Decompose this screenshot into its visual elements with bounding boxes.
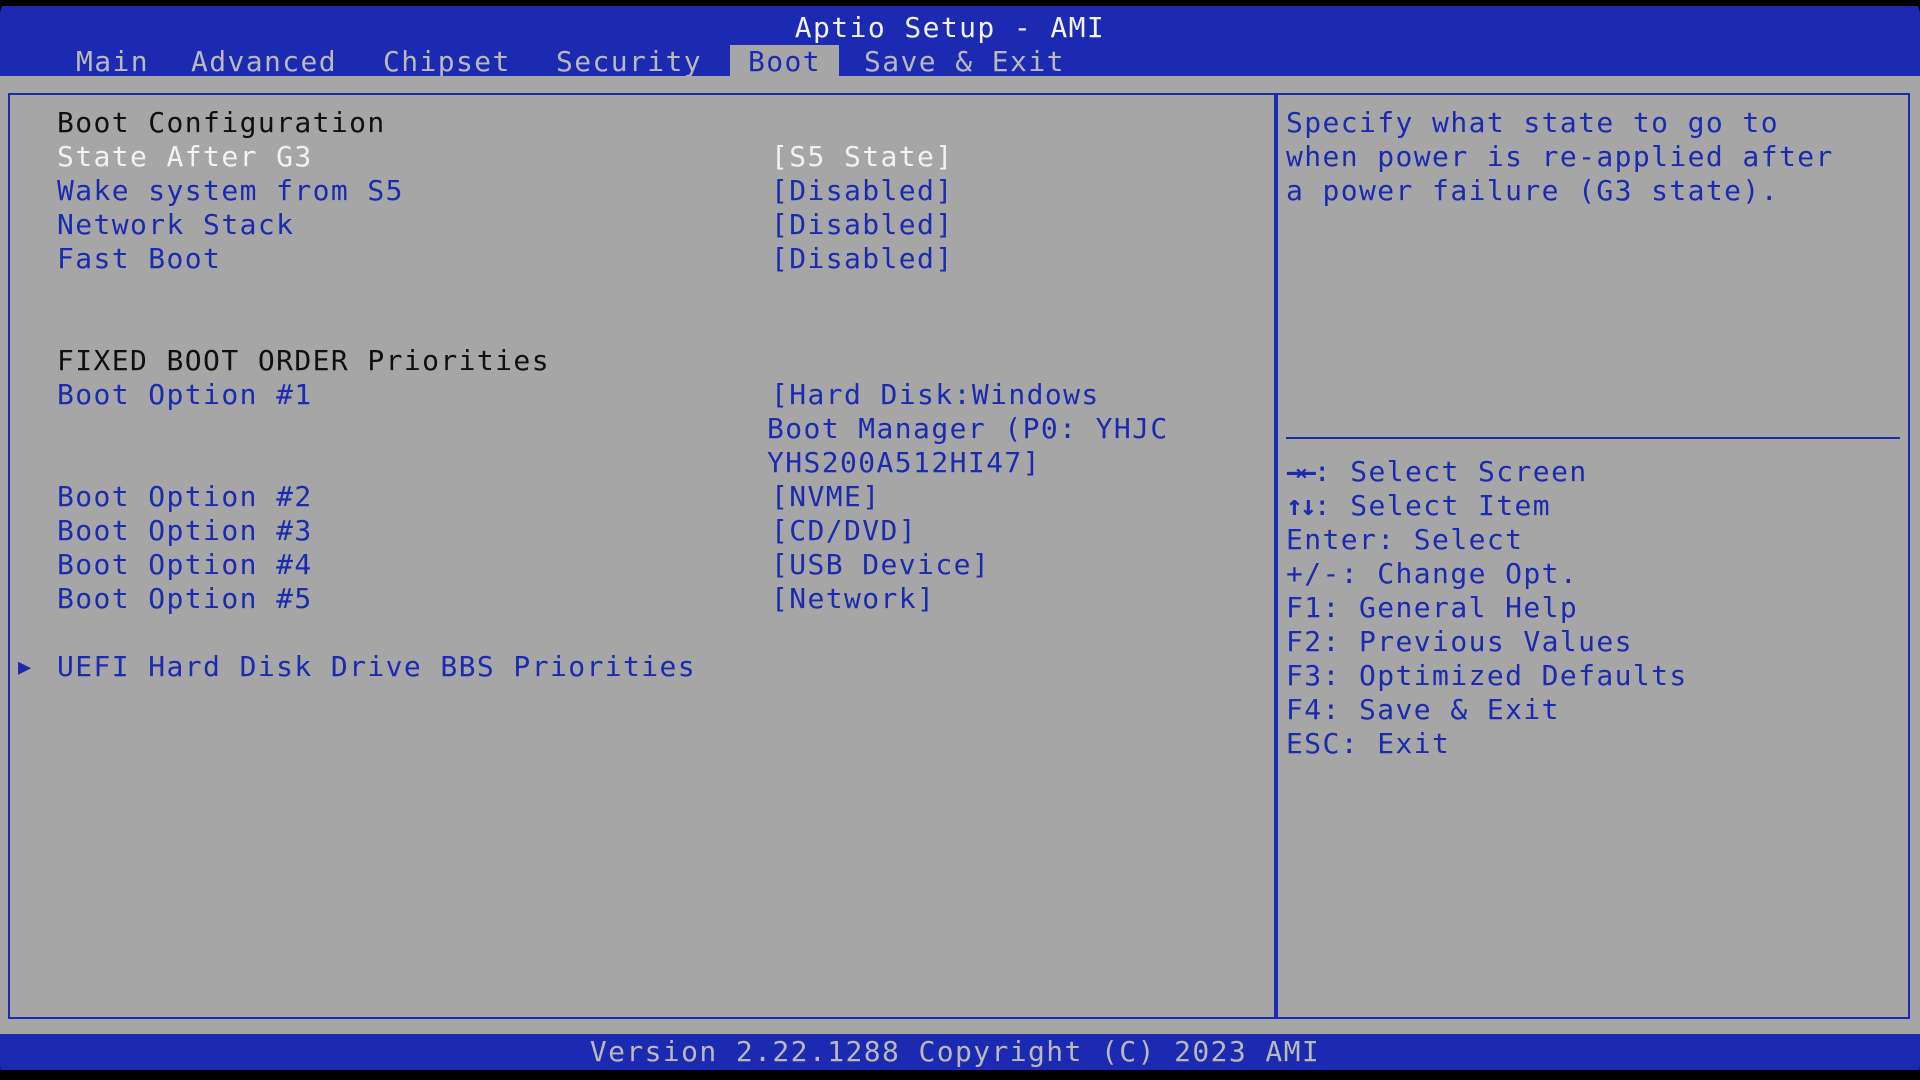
key-hint-f4: F4: Save & Exit [1286, 693, 1560, 726]
setting-state-after-g3[interactable]: State After G3 [57, 140, 313, 174]
key-hint-select-screen: →←: Select Screen [1286, 455, 1588, 489]
tab-main[interactable]: Main [76, 45, 149, 79]
value-boot-option-3[interactable]: [CD/DVD] [771, 514, 917, 548]
app-title: Aptio Setup - AMI [794, 11, 1106, 44]
tab-security[interactable]: Security [556, 45, 702, 79]
help-text-line-1: Specify what state to go to [1286, 106, 1779, 139]
tab-boot[interactable]: Boot [730, 45, 840, 79]
value-fast-boot[interactable]: [Disabled] [771, 242, 954, 276]
key-hint-f3: F3: Optimized Defaults [1286, 659, 1688, 692]
key-hint-select-item: ↑↓: Select Item [1286, 489, 1551, 523]
setting-fast-boot[interactable]: Fast Boot [57, 242, 221, 276]
bios-screen: Aptio Setup - AMI Main Advanced Chipset … [0, 0, 1920, 1080]
key-hint-text: : Select Item [1313, 489, 1552, 522]
version-text: Version 2.22.1288 Copyright (C) 2023 AMI [589, 1035, 1321, 1068]
key-hint-change-opt: +/-: Change Opt. [1286, 557, 1579, 590]
value-wake-system-from-s5[interactable]: [Disabled] [771, 174, 954, 208]
key-hint-text: : Select Screen [1313, 455, 1588, 488]
tab-advanced[interactable]: Advanced [191, 45, 337, 79]
tab-save-exit[interactable]: Save & Exit [864, 45, 1065, 79]
key-hint-f1: F1: General Help [1286, 591, 1579, 624]
tab-chipset[interactable]: Chipset [383, 45, 511, 79]
setting-boot-option-4[interactable]: Boot Option #4 [57, 548, 313, 582]
help-text-line-2: when power is re-applied after [1286, 140, 1834, 173]
header-bar: Aptio Setup - AMI Main Advanced Chipset … [0, 6, 1920, 79]
footer-bar: Version 2.22.1288 Copyright (C) 2023 AMI [0, 1034, 1920, 1070]
left-right-arrows-icon: →← [1286, 455, 1317, 488]
value-boot-option-5[interactable]: [Network] [771, 582, 935, 616]
help-text-line-3: a power failure (G3 state). [1286, 174, 1779, 207]
setting-boot-option-1[interactable]: Boot Option #1 [57, 378, 313, 412]
help-panel: Specify what state to go to when power i… [1276, 93, 1910, 1019]
help-divider [1286, 437, 1900, 439]
key-hint-f2: F2: Previous Values [1286, 625, 1633, 658]
key-hint-enter: Enter: Select [1286, 523, 1524, 556]
settings-panel: Boot Configuration State After G3 [S5 St… [8, 93, 1276, 1019]
value-boot-option-1-line-2[interactable]: Boot Manager (P0: YHJC [767, 412, 1169, 446]
value-state-after-g3[interactable]: [S5 State] [771, 140, 954, 174]
setting-wake-system-from-s5[interactable]: Wake system from S5 [57, 174, 404, 208]
setting-boot-option-3[interactable]: Boot Option #3 [57, 514, 313, 548]
value-boot-option-4[interactable]: [USB Device] [771, 548, 990, 582]
value-boot-option-1-line-3[interactable]: YHS200A512HI47] [767, 446, 1041, 480]
up-down-arrows-icon: ↑↓ [1286, 489, 1317, 522]
key-hint-esc: ESC: Exit [1286, 727, 1451, 760]
main-area: Boot Configuration State After G3 [S5 St… [0, 76, 1920, 1034]
boot-configuration-heading: Boot Configuration [57, 106, 386, 139]
value-boot-option-2[interactable]: [NVME] [771, 480, 881, 514]
submenu-uefi-hdd-bbs-priorities[interactable]: UEFI Hard Disk Drive BBS Priorities [57, 650, 696, 684]
value-boot-option-1-line-1[interactable]: [Hard Disk:Windows [771, 378, 1100, 412]
setting-boot-option-5[interactable]: Boot Option #5 [57, 582, 313, 616]
value-network-stack[interactable]: [Disabled] [771, 208, 954, 242]
setting-boot-option-2[interactable]: Boot Option #2 [57, 480, 313, 514]
setting-network-stack[interactable]: Network Stack [57, 208, 294, 242]
fixed-boot-order-heading: FIXED BOOT ORDER Priorities [57, 344, 550, 377]
triangle-right-icon: ▶ [18, 655, 33, 680]
